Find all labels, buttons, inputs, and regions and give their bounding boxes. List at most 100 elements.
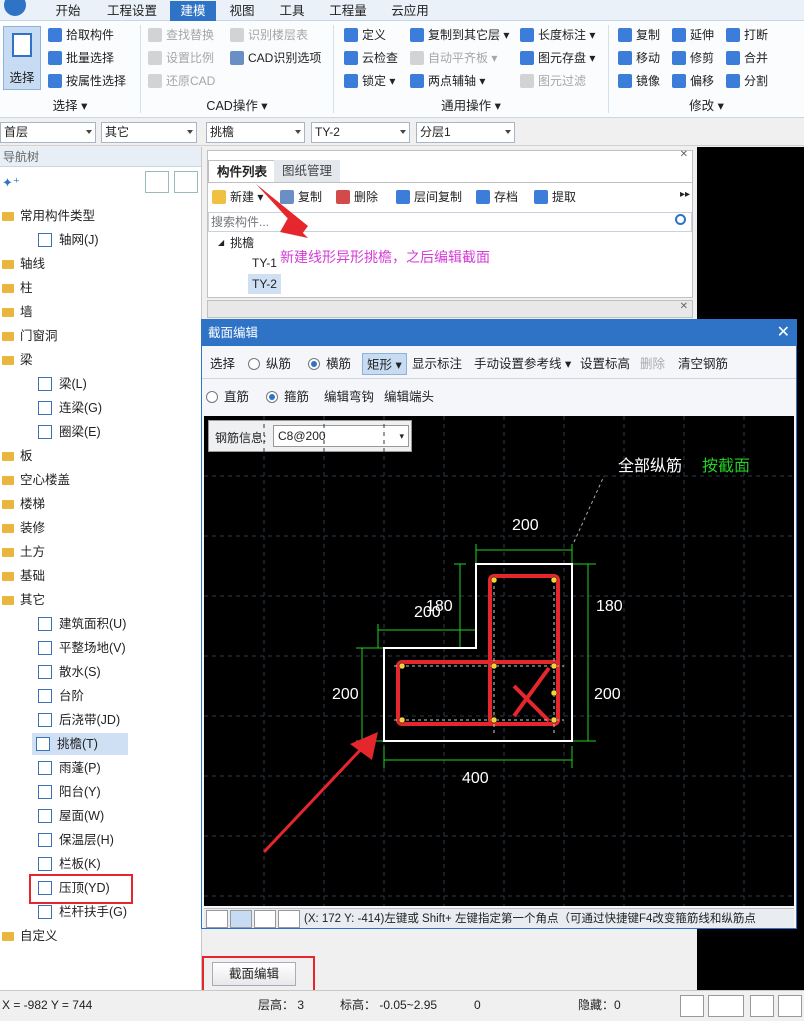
edit-hook-button[interactable]: 编辑弯钩 xyxy=(324,386,374,408)
split-button[interactable]: 分割 xyxy=(726,71,768,91)
nav-folder[interactable]: 空心楼盖 xyxy=(0,469,200,491)
nav-folder[interactable]: 墙 xyxy=(0,301,200,323)
snap-mode-dropdown[interactable] xyxy=(708,995,744,1017)
two-point-axis-button[interactable]: 两点辅轴 ▾ xyxy=(410,71,485,91)
search-icon[interactable] xyxy=(675,214,686,225)
mirror-button[interactable]: 镜像 xyxy=(618,71,660,91)
move-button[interactable]: 移动 xyxy=(618,48,660,68)
nav-folder[interactable]: 门窗洞 xyxy=(0,325,200,347)
ortho-mode-icon[interactable] xyxy=(680,995,704,1017)
delete-rebar-button[interactable]: 删除 xyxy=(640,353,665,375)
define-button[interactable]: 定义 xyxy=(344,25,386,45)
component-select[interactable]: TY-2 xyxy=(311,122,410,143)
nav-folder[interactable]: 轴线 xyxy=(0,253,200,275)
nav-item[interactable]: 栏杆扶手(G) xyxy=(0,901,200,923)
grid-view-icon[interactable] xyxy=(174,171,198,193)
app-logo-icon[interactable] xyxy=(0,0,28,20)
select-by-attribute-button[interactable]: 按属性选择 xyxy=(48,71,126,91)
floor-copy-button[interactable]: 层间复制 xyxy=(396,187,462,207)
nav-item[interactable]: 散水(S) xyxy=(0,661,200,683)
element-filter-button[interactable]: 图元过滤 xyxy=(520,71,586,91)
stirrup-radio[interactable]: 箍筋 xyxy=(266,386,309,408)
nav-item[interactable]: 保温层(H) xyxy=(0,829,200,851)
show-dimensions-button[interactable]: 显示标注 xyxy=(412,353,462,375)
angle-icon[interactable] xyxy=(778,995,802,1017)
identify-floor-table-button[interactable]: 识别楼层表 xyxy=(230,25,308,45)
nav-folder[interactable]: 梁 xyxy=(0,349,200,371)
pick-component-button[interactable]: 拾取构件 xyxy=(48,25,114,45)
edit-end-button[interactable]: 编辑端头 xyxy=(384,386,434,408)
panel-close-icon[interactable]: ✕ xyxy=(680,301,688,312)
break-button[interactable]: 打断 xyxy=(726,25,768,45)
longitudinal-radio[interactable]: 纵筋 xyxy=(248,353,291,375)
nav-item[interactable]: 轴网(J) xyxy=(0,229,200,251)
rectangle-shape-dropdown[interactable]: 矩形 ▾ xyxy=(362,353,407,375)
nav-folder[interactable]: 自定义 xyxy=(0,925,200,947)
nav-folder[interactable]: 楼梯 xyxy=(0,493,200,515)
tree-root-tiaoyan[interactable]: ◢ 挑檐 xyxy=(218,233,254,253)
component-item-ty1[interactable]: TY-1 xyxy=(250,253,279,273)
list-view-icon[interactable] xyxy=(145,171,169,193)
close-icon[interactable]: ✕ xyxy=(777,320,790,346)
nav-item[interactable]: 栏板(K) xyxy=(0,853,200,875)
menu-cloud[interactable]: 云应用 xyxy=(384,2,436,20)
select-big-button[interactable]: 选择 xyxy=(3,26,41,90)
menu-modeling[interactable]: 建模 xyxy=(170,1,216,21)
nav-folder[interactable]: 常用构件类型 xyxy=(0,205,200,227)
select-tool[interactable]: 选择 xyxy=(210,353,235,375)
nav-item[interactable]: 平整场地(V) xyxy=(0,637,200,659)
cross-icon[interactable] xyxy=(750,995,774,1017)
nav-folder[interactable]: 基础 xyxy=(0,565,200,587)
extend-button[interactable]: 延伸 xyxy=(672,25,714,45)
lock-button[interactable]: 锁定 ▾ xyxy=(344,71,395,91)
nav-folder[interactable]: 柱 xyxy=(0,277,200,299)
ortho-icon[interactable] xyxy=(206,910,228,928)
nav-item[interactable]: 台阶 xyxy=(0,685,200,707)
menu-quantity[interactable]: 工程量 xyxy=(322,2,374,20)
component-type-select[interactable]: 挑檐 xyxy=(206,122,305,143)
panel-close-icon[interactable]: ✕ xyxy=(680,149,688,160)
offset-button[interactable]: 偏移 xyxy=(672,71,714,91)
tab-component-list[interactable]: 构件列表 xyxy=(208,160,277,182)
nav-item[interactable]: 雨蓬(P) xyxy=(0,757,200,779)
menu-start[interactable]: 开始 xyxy=(44,2,92,20)
tab-drawing-manager[interactable]: 图纸管理 xyxy=(274,160,341,182)
nav-item[interactable]: 屋面(W) xyxy=(0,805,200,827)
clear-rebar-button[interactable]: 清空钢筋 xyxy=(678,353,728,375)
transverse-radio[interactable]: 横筋 xyxy=(308,353,351,375)
nav-item[interactable]: 圈梁(E) xyxy=(0,421,200,443)
nav-item[interactable]: 梁(L) xyxy=(0,373,200,395)
perpendicular-icon[interactable] xyxy=(254,910,276,928)
nav-item[interactable]: 后浇带(JD) xyxy=(0,709,200,731)
cloud-check-button[interactable]: 云检查 xyxy=(344,48,398,68)
straight-bar-radio[interactable]: 直筋 xyxy=(206,386,249,408)
auto-align-slab-button[interactable]: 自动平齐板 ▾ xyxy=(410,48,497,68)
menu-view[interactable]: 视图 xyxy=(222,2,262,20)
menu-project-settings[interactable]: 工程设置 xyxy=(100,2,164,20)
batch-select-button[interactable]: 批量选择 xyxy=(48,48,114,68)
copy-to-other-floor-button[interactable]: 复制到其它层 ▾ xyxy=(410,25,509,45)
nav-item[interactable]: 建筑面积(U) xyxy=(0,613,200,635)
trim-button[interactable]: 修剪 xyxy=(672,48,714,68)
nav-item[interactable]: 挑檐(T) xyxy=(32,733,128,755)
length-dimension-button[interactable]: 长度标注 ▾ xyxy=(520,25,595,45)
menu-tools[interactable]: 工具 xyxy=(272,2,312,20)
element-save-button[interactable]: 图元存盘 ▾ xyxy=(520,48,595,68)
more-arrow-icon[interactable]: ▸▸ xyxy=(680,189,690,200)
restore-cad-button[interactable]: 还原CAD xyxy=(148,71,215,91)
nav-folder[interactable]: 其它 xyxy=(0,589,200,611)
delete-button[interactable]: 删除 xyxy=(336,187,378,207)
extract-button[interactable]: 提取 xyxy=(534,187,576,207)
manual-reference-line-button[interactable]: 手动设置参考线 ▾ xyxy=(474,353,571,375)
set-elevation-button[interactable]: 设置标高 xyxy=(580,353,630,375)
nav-item[interactable]: 连梁(G) xyxy=(0,397,200,419)
component-item-ty2[interactable]: TY-2 xyxy=(248,274,281,294)
floor-select[interactable]: 首层 xyxy=(0,122,96,143)
archive-button[interactable]: 存档 xyxy=(476,187,518,207)
merge-button[interactable]: 合并 xyxy=(726,48,768,68)
cad-options-button[interactable]: CAD识别选项 xyxy=(230,48,321,68)
nav-item[interactable]: 阳台(Y) xyxy=(0,781,200,803)
find-replace-button[interactable]: 查找替换 xyxy=(148,25,214,45)
copy-button[interactable]: 复制 xyxy=(618,25,660,45)
add-point-icon[interactable] xyxy=(278,910,300,928)
